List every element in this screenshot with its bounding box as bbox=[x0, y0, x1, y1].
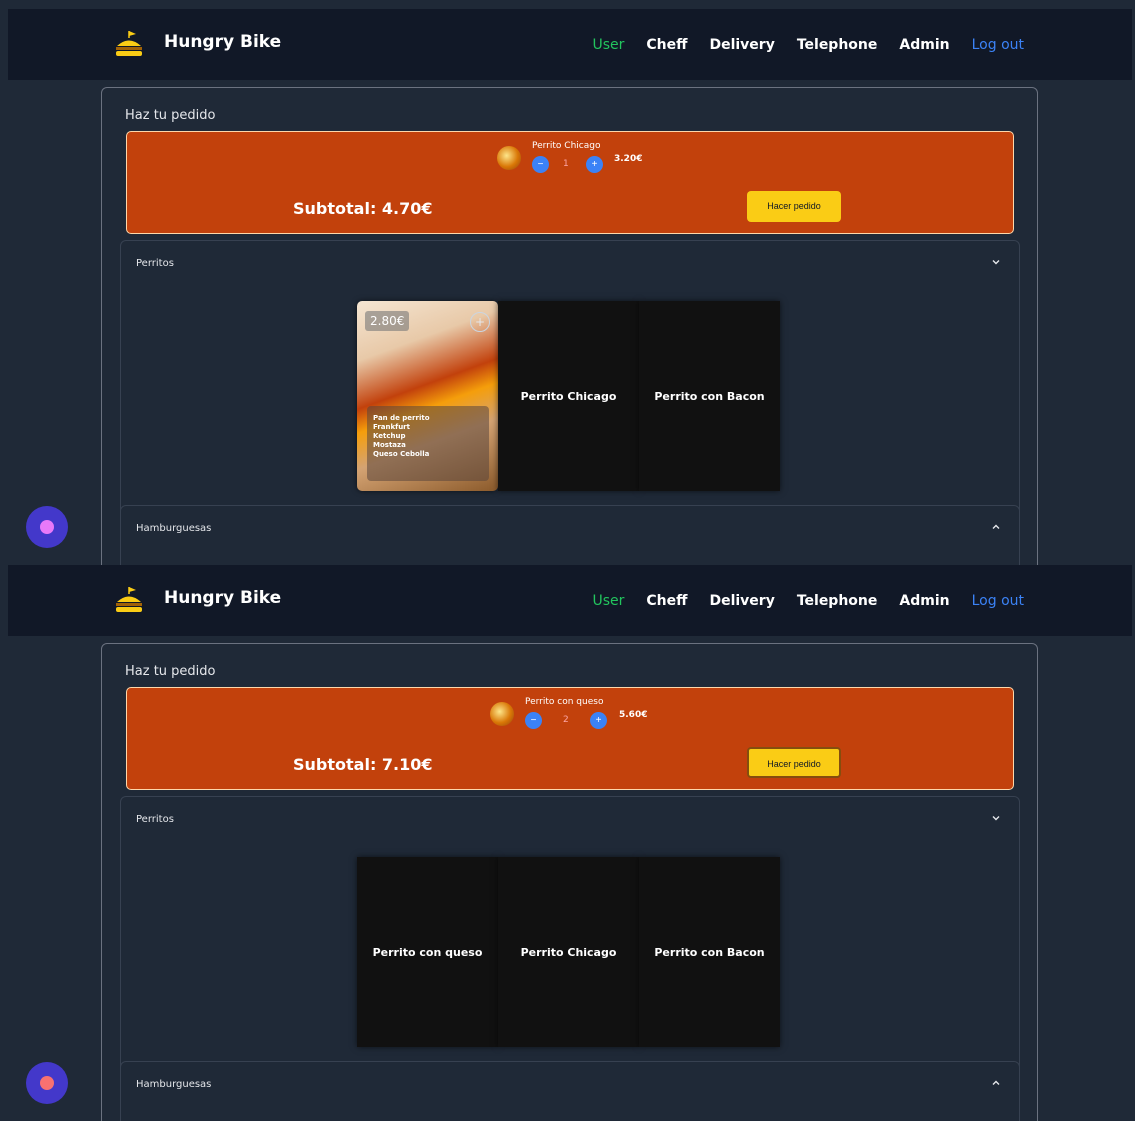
accordion-perritos-header[interactable]: Perritos bbox=[121, 241, 1019, 289]
hotdog-icon bbox=[497, 146, 521, 170]
product-title: Perrito con Bacon bbox=[654, 389, 765, 403]
navbar: Hungry Bike User Cheff Delivery Telephon… bbox=[8, 9, 1132, 80]
accordion-hamburguesas-header[interactable]: Hamburguesas bbox=[121, 506, 1019, 554]
burger-bike-icon[interactable] bbox=[112, 585, 146, 615]
subtotal: Subtotal: 4.70€ bbox=[293, 199, 433, 218]
screenshot-2: Hungry Bike User Cheff Delivery Telephon… bbox=[8, 565, 1132, 1121]
increase-quantity-button[interactable]: + bbox=[586, 156, 603, 173]
product-card[interactable]: 2.80€ + Pan de perrito Frankfurt Ketchup… bbox=[357, 301, 498, 491]
panel-title: Haz tu pedido bbox=[125, 108, 216, 123]
chevron-up-icon bbox=[992, 1080, 1000, 1085]
order-item-name: Perrito Chicago bbox=[532, 141, 601, 151]
burger-bike-icon[interactable] bbox=[112, 29, 146, 59]
nav-delivery[interactable]: Delivery bbox=[709, 37, 774, 53]
nav-links: User Cheff Delivery Telephone Admin Log … bbox=[592, 593, 1024, 609]
order-item-quantity: 2 bbox=[563, 715, 569, 725]
fab-dot bbox=[40, 520, 54, 534]
order-summary: Perrito con queso − 2 + 5.60€ Subtotal: … bbox=[126, 687, 1014, 790]
place-order-button[interactable]: Hacer pedido bbox=[747, 191, 841, 222]
nav-user[interactable]: User bbox=[592, 37, 624, 53]
section-label: Perritos bbox=[136, 258, 174, 269]
decrease-quantity-button[interactable]: − bbox=[532, 156, 549, 173]
product-price: 2.80€ bbox=[365, 311, 410, 331]
product-card[interactable]: Perrito Chicago bbox=[498, 857, 639, 1047]
ingredient: Mostaza bbox=[373, 441, 406, 449]
nav-delivery[interactable]: Delivery bbox=[709, 593, 774, 609]
subtotal: Subtotal: 7.10€ bbox=[293, 755, 433, 774]
product-title: Perrito con Bacon bbox=[654, 945, 765, 959]
product-cards: 2.80€ + Pan de perrito Frankfurt Ketchup… bbox=[357, 301, 780, 491]
section-label: Hamburguesas bbox=[136, 1079, 212, 1090]
accordion-hamburguesas: Hamburguesas bbox=[120, 505, 1020, 565]
navbar: Hungry Bike User Cheff Delivery Telephon… bbox=[8, 565, 1132, 636]
nav-logout[interactable]: Log out bbox=[972, 37, 1024, 53]
accordion-hamburguesas-header[interactable]: Hamburguesas bbox=[121, 1062, 1019, 1110]
ingredient: Queso Cebolla bbox=[373, 450, 430, 458]
panel-title: Haz tu pedido bbox=[125, 664, 216, 679]
nav-logout[interactable]: Log out bbox=[972, 593, 1024, 609]
nav-cheff[interactable]: Cheff bbox=[646, 593, 687, 609]
accordion-perritos-header[interactable]: Perritos bbox=[121, 797, 1019, 845]
ingredient: Pan de perrito bbox=[373, 414, 430, 422]
nav-telephone[interactable]: Telephone bbox=[797, 593, 878, 609]
brand-name[interactable]: Hungry Bike bbox=[164, 588, 281, 608]
floating-action-button[interactable] bbox=[26, 506, 68, 548]
product-card[interactable]: Perrito Chicago bbox=[498, 301, 639, 491]
chevron-up-icon bbox=[992, 524, 1000, 529]
section-label: Hamburguesas bbox=[136, 523, 212, 534]
order-item-price: 5.60€ bbox=[619, 710, 648, 720]
product-title: Perrito Chicago bbox=[520, 945, 617, 959]
chevron-down-icon bbox=[992, 260, 1000, 265]
add-circle-icon[interactable]: + bbox=[470, 312, 490, 332]
order-item-price: 3.20€ bbox=[614, 154, 643, 164]
product-card[interactable]: Perrito con Bacon bbox=[639, 857, 780, 1047]
place-order-button[interactable]: Hacer pedido bbox=[747, 747, 841, 778]
product-title: Perrito con queso bbox=[372, 945, 483, 959]
nav-cheff[interactable]: Cheff bbox=[646, 37, 687, 53]
brand-name[interactable]: Hungry Bike bbox=[164, 32, 281, 52]
nav-admin[interactable]: Admin bbox=[899, 593, 949, 609]
product-cards: Perrito con queso Perrito Chicago Perrit… bbox=[357, 857, 780, 1047]
nav-telephone[interactable]: Telephone bbox=[797, 37, 878, 53]
hotdog-icon bbox=[490, 702, 514, 726]
product-card[interactable]: Perrito con queso bbox=[357, 857, 498, 1047]
nav-user[interactable]: User bbox=[592, 593, 624, 609]
section-label: Perritos bbox=[136, 814, 174, 825]
order-item-name: Perrito con queso bbox=[525, 697, 604, 707]
fab-dot bbox=[40, 1076, 54, 1090]
decrease-quantity-button[interactable]: − bbox=[525, 712, 542, 729]
order-summary: Perrito Chicago − 1 + 3.20€ Subtotal: 4.… bbox=[126, 131, 1014, 234]
product-card[interactable]: Perrito con Bacon bbox=[639, 301, 780, 491]
ingredients-list: Pan de perrito Frankfurt Ketchup Mostaza… bbox=[367, 406, 489, 481]
ingredient: Frankfurt bbox=[373, 423, 410, 431]
nav-links: User Cheff Delivery Telephone Admin Log … bbox=[592, 37, 1024, 53]
increase-quantity-button[interactable]: + bbox=[590, 712, 607, 729]
screenshot-1: Hungry Bike User Cheff Delivery Telephon… bbox=[8, 9, 1132, 565]
order-item-quantity: 1 bbox=[563, 159, 569, 169]
accordion-hamburguesas: Hamburguesas bbox=[120, 1061, 1020, 1121]
nav-admin[interactable]: Admin bbox=[899, 37, 949, 53]
chevron-down-icon bbox=[992, 816, 1000, 821]
ingredient: Ketchup bbox=[373, 432, 406, 440]
product-title: Perrito Chicago bbox=[520, 389, 617, 403]
floating-action-button[interactable] bbox=[26, 1062, 68, 1104]
